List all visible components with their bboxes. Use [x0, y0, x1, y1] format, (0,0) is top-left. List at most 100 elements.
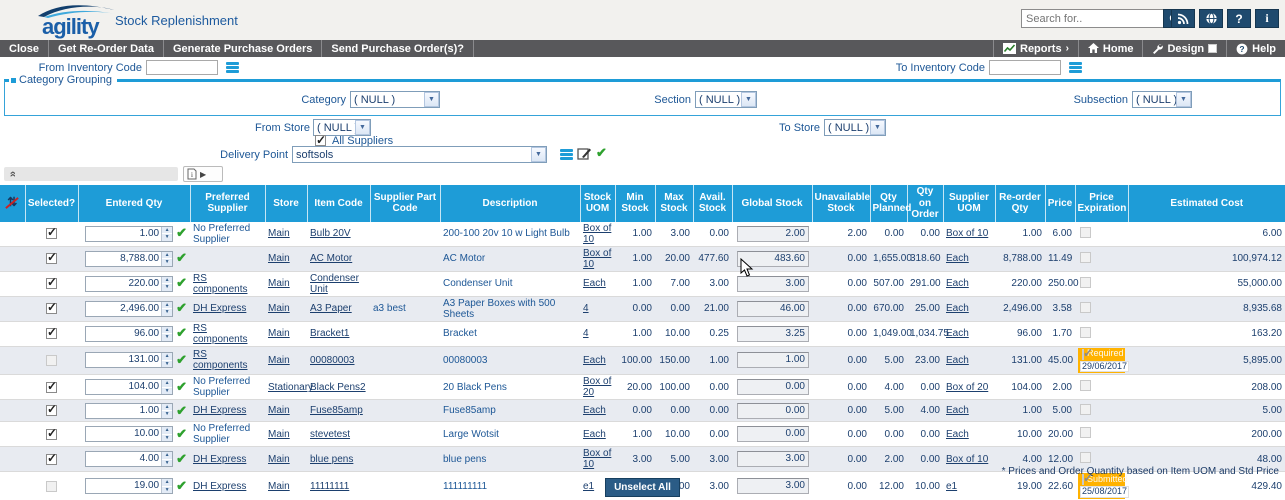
qty-spinner[interactable]: ▲▼ — [161, 277, 172, 291]
item-code-link[interactable]: Fuse85amp — [310, 405, 363, 416]
preferred-supplier-link[interactable]: RS components — [193, 273, 247, 295]
item-code-link[interactable]: 00080003 — [310, 355, 355, 366]
column-header-preferred-supplier[interactable]: Preferred Supplier — [190, 185, 265, 222]
stock-uom-link[interactable]: Box of 20 — [583, 376, 611, 398]
send-purchase-orders-button[interactable]: Send Purchase Order(s)? — [322, 40, 474, 57]
entered-qty-input[interactable]: 2,496.00▲▼ — [85, 301, 173, 317]
item-code-link[interactable]: Black Pens2 — [310, 382, 366, 393]
global-stock-field[interactable]: 3.00 — [737, 276, 809, 292]
qty-spinner[interactable]: ▲▼ — [161, 380, 172, 394]
store-link[interactable]: Main — [268, 355, 290, 366]
close-button[interactable]: Close — [0, 40, 49, 57]
column-header-stock-uom[interactable]: Stock UOM — [580, 185, 615, 222]
global-stock-field[interactable]: 0.00 — [737, 403, 809, 419]
supplier-uom-link[interactable]: Box of 20 — [946, 382, 988, 393]
row-selected-checkbox[interactable] — [46, 328, 57, 339]
category-select[interactable]: ( NULL )▼ — [350, 91, 440, 108]
supplier-uom-link[interactable]: Each — [946, 405, 969, 416]
delivery-point-select[interactable]: softsols▼ — [292, 146, 547, 163]
qty-spinner[interactable]: ▲▼ — [161, 404, 172, 418]
supplier-uom-link[interactable]: Each — [946, 303, 969, 314]
qty-spinner[interactable]: ▲▼ — [161, 227, 172, 241]
item-code-link[interactable]: stevetest — [310, 429, 350, 440]
all-suppliers-checkbox[interactable] — [315, 135, 326, 146]
column-header-global-stock[interactable]: Global Stock — [732, 185, 812, 222]
get-reorder-data-button[interactable]: Get Re-Order Data — [49, 40, 164, 57]
column-header-qty-on-order[interactable]: Qty on Order — [907, 185, 943, 222]
entered-qty-input[interactable]: 104.00▲▼ — [85, 379, 173, 395]
column-header-price[interactable]: Price — [1045, 185, 1075, 222]
row-selected-checkbox[interactable] — [46, 405, 57, 416]
search-input[interactable] — [1021, 9, 1163, 28]
unselect-all-button[interactable]: Unselect All — [605, 478, 680, 497]
item-code-link[interactable]: Bulb 20V — [310, 228, 351, 239]
entered-qty-input[interactable]: 131.00▲▼ — [85, 352, 173, 368]
qty-spinner[interactable]: ▲▼ — [161, 353, 172, 367]
price-expiration-checkbox[interactable] — [1080, 252, 1091, 263]
stock-uom-link[interactable]: Each — [583, 355, 606, 366]
price-expiration-checkbox[interactable] — [1080, 427, 1091, 438]
column-header-qty-planned[interactable]: Qty Planned — [870, 185, 907, 222]
preferred-supplier-link[interactable]: RS components — [193, 349, 247, 371]
info-button[interactable]: i — [1255, 9, 1279, 28]
supplier-uom-link[interactable]: Each — [946, 355, 969, 366]
qty-spinner[interactable]: ▲▼ — [161, 452, 172, 466]
entered-qty-input[interactable]: 10.00▲▼ — [85, 426, 173, 442]
preferred-supplier-link[interactable]: RS components — [193, 323, 247, 345]
global-stock-field[interactable]: 46.00 — [737, 301, 809, 317]
global-stock-field[interactable]: 2.00 — [737, 226, 809, 242]
export-button[interactable]: i ▶ — [183, 166, 223, 182]
row-selected-checkbox[interactable] — [46, 429, 57, 440]
store-link[interactable]: Main — [268, 454, 290, 465]
qty-spinner[interactable]: ▲▼ — [161, 252, 172, 266]
supplier-uom-link[interactable]: Each — [946, 278, 969, 289]
entered-qty-input[interactable]: 1.00▲▼ — [85, 226, 173, 242]
stock-uom-link[interactable]: 4 — [583, 328, 589, 339]
row-selected-checkbox[interactable] — [46, 382, 57, 393]
global-stock-field[interactable]: 3.25 — [737, 326, 809, 342]
question-button[interactable]: ? — [1227, 9, 1251, 28]
global-stock-field[interactable]: 3.00 — [737, 451, 809, 467]
supplier-uom-link[interactable]: Box of 10 — [946, 454, 988, 465]
global-stock-field[interactable]: 1.00 — [737, 352, 809, 368]
column-header-store[interactable]: Store — [265, 185, 307, 222]
item-code-link[interactable]: Bracket1 — [310, 328, 349, 339]
row-selected-checkbox[interactable] — [46, 228, 57, 239]
row-selected-checkbox[interactable] — [46, 355, 57, 366]
column-header-item-code[interactable]: Item Code — [307, 185, 370, 222]
store-link[interactable]: Main — [268, 278, 290, 289]
price-expiration-checkbox[interactable] — [1080, 404, 1091, 415]
price-expiration-checkbox[interactable] — [1080, 327, 1091, 338]
globe-button[interactable] — [1199, 9, 1223, 28]
apply-check-icon[interactable]: ✔ — [596, 145, 607, 161]
qty-spinner[interactable]: ▲▼ — [161, 302, 172, 316]
store-link[interactable]: Main — [268, 303, 290, 314]
edit-icon[interactable] — [577, 146, 592, 164]
global-stock-field[interactable]: 0.00 — [737, 379, 809, 395]
from-inventory-lookup-icon[interactable] — [226, 62, 239, 73]
stock-uom-link[interactable]: Each — [583, 278, 606, 289]
column-header-avail-stock[interactable]: Avail. Stock — [693, 185, 732, 222]
store-link[interactable]: Main — [268, 253, 290, 264]
from-inventory-code-input[interactable] — [146, 60, 218, 75]
price-expiration-checkbox[interactable] — [1080, 452, 1091, 463]
row-selected-checkbox[interactable] — [46, 278, 57, 289]
column-header-price-expiration[interactable]: Price Expiration — [1075, 185, 1128, 222]
store-link[interactable]: Stationary — [268, 382, 313, 393]
row-selected-checkbox[interactable] — [46, 303, 57, 314]
preferred-supplier-link[interactable]: DH Express — [193, 303, 246, 314]
preferred-supplier-link[interactable]: DH Express — [193, 405, 246, 416]
item-code-link[interactable]: Condenser Unit — [310, 273, 359, 295]
supplier-uom-link[interactable]: Each — [946, 429, 969, 440]
global-stock-field[interactable]: 483.60 — [737, 251, 809, 267]
preferred-supplier-link[interactable]: DH Express — [193, 454, 246, 465]
entered-qty-input[interactable]: 96.00▲▼ — [85, 326, 173, 342]
collapse-panel-bar[interactable]: » — [4, 167, 178, 181]
item-code-link[interactable]: AC Motor — [310, 253, 352, 264]
column-header-estimated-cost[interactable]: Estimated Cost — [1128, 185, 1285, 222]
column-header-re-order-qty[interactable]: Re-order Qty — [995, 185, 1045, 222]
stock-uom-link[interactable]: Each — [583, 405, 606, 416]
stock-uom-link[interactable]: Box of 10 — [583, 248, 611, 270]
supplier-uom-link[interactable]: Box of 10 — [946, 228, 988, 239]
global-stock-field[interactable]: 0.00 — [737, 426, 809, 442]
